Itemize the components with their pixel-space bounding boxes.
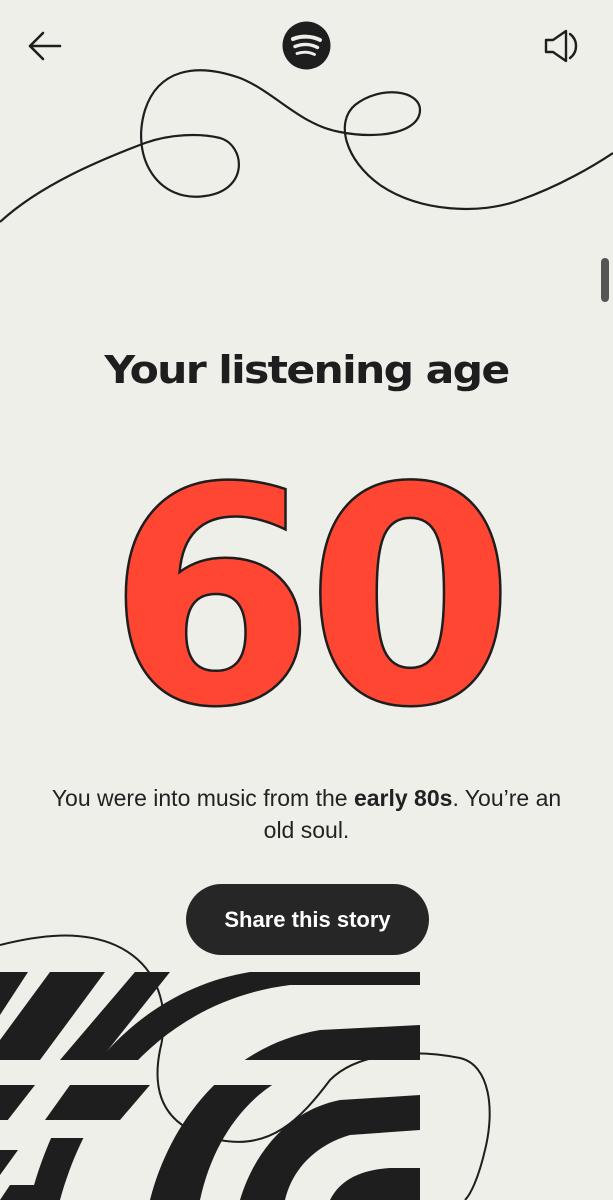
age-value: 60 xyxy=(107,440,504,730)
age-description: You were into music from the early 80s. … xyxy=(40,782,573,846)
arrow-left-icon xyxy=(28,31,62,61)
listening-age-number: 60 xyxy=(106,440,516,730)
back-button[interactable] xyxy=(22,24,68,68)
top-bar xyxy=(0,0,613,90)
speaker-icon xyxy=(544,29,578,63)
scrollbar-thumb[interactable] xyxy=(601,258,609,302)
description-highlight: early 80s xyxy=(353,785,453,811)
spotify-logo xyxy=(282,21,331,70)
page-title: Your listening age xyxy=(104,348,510,392)
spotify-logo-icon xyxy=(282,21,331,70)
description-prefix: You were into music from the xyxy=(51,785,354,811)
sound-toggle-button[interactable] xyxy=(537,22,587,70)
share-story-button[interactable]: Share this story xyxy=(186,884,429,955)
